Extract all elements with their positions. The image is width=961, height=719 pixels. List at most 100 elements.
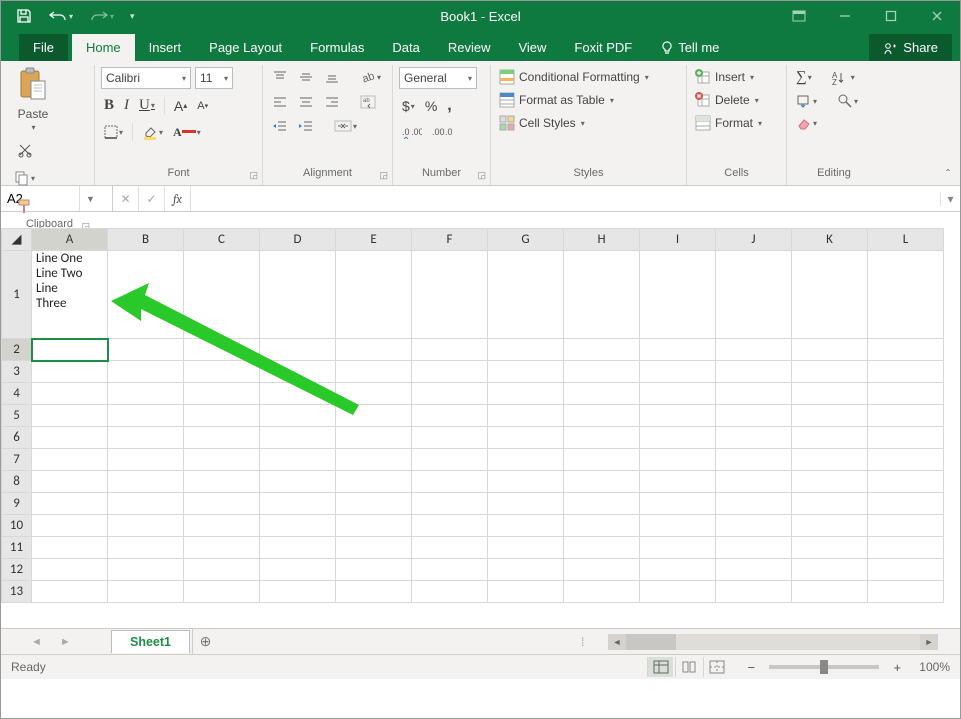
copy-icon[interactable]: ▾ <box>11 168 38 188</box>
row-header[interactable]: 9 <box>2 493 32 515</box>
cell[interactable] <box>792 515 868 537</box>
cell[interactable] <box>184 339 260 361</box>
conditional-formatting-button[interactable]: Conditional Formatting▾ <box>497 67 680 87</box>
cell[interactable] <box>184 251 260 339</box>
cell[interactable] <box>412 559 488 581</box>
cell[interactable] <box>488 537 564 559</box>
scroll-right-icon[interactable]: ► <box>920 634 938 650</box>
cell[interactable] <box>32 383 108 405</box>
cell[interactable] <box>412 537 488 559</box>
delete-cells-button[interactable]: Delete▾ <box>693 90 780 110</box>
cell[interactable] <box>868 559 944 581</box>
insert-function-icon[interactable]: fx <box>165 186 191 211</box>
cell[interactable] <box>260 581 336 603</box>
row-header[interactable]: 13 <box>2 581 32 603</box>
cell[interactable] <box>716 559 792 581</box>
format-as-table-button[interactable]: Format as Table▾ <box>497 90 680 110</box>
grow-font-icon[interactable]: A▴ <box>171 96 190 116</box>
zoom-out-icon[interactable]: − <box>743 659 759 675</box>
horizontal-scrollbar[interactable]: ◄ ► <box>608 634 938 650</box>
cell[interactable] <box>260 405 336 427</box>
align-center-icon[interactable] <box>295 93 317 111</box>
new-sheet-icon[interactable]: ⊕ <box>192 629 218 654</box>
cell[interactable] <box>868 581 944 603</box>
increase-decimal-icon[interactable]: .0.00 <box>399 123 425 141</box>
cell[interactable] <box>412 471 488 493</box>
cell[interactable] <box>32 427 108 449</box>
cell[interactable] <box>488 515 564 537</box>
align-left-icon[interactable] <box>269 93 291 111</box>
normal-view-icon[interactable] <box>647 657 673 677</box>
select-all-corner[interactable]: ◢ <box>2 229 32 251</box>
formula-enter-icon[interactable]: ✓ <box>139 186 165 211</box>
row-header[interactable]: 7 <box>2 449 32 471</box>
cell[interactable] <box>184 383 260 405</box>
cell[interactable] <box>792 581 868 603</box>
close-icon[interactable] <box>914 1 960 31</box>
row-header[interactable]: 12 <box>2 559 32 581</box>
cell[interactable] <box>564 515 640 537</box>
cell[interactable] <box>260 559 336 581</box>
cell[interactable] <box>336 515 412 537</box>
cell[interactable] <box>412 405 488 427</box>
scroll-left-icon[interactable]: ◄ <box>608 634 626 650</box>
cell[interactable] <box>564 339 640 361</box>
cell[interactable] <box>488 581 564 603</box>
cell[interactable] <box>792 537 868 559</box>
expand-formula-bar-icon[interactable]: ▾ <box>940 192 960 206</box>
maximize-icon[interactable] <box>868 1 914 31</box>
cell[interactable] <box>640 537 716 559</box>
cell[interactable] <box>640 405 716 427</box>
zoom-in-icon[interactable]: + <box>889 659 905 675</box>
cell[interactable] <box>412 383 488 405</box>
row-header[interactable]: 8 <box>2 471 32 493</box>
autosum-icon[interactable]: ∑▾ <box>793 67 815 88</box>
cell[interactable] <box>716 339 792 361</box>
row-header[interactable]: 10 <box>2 515 32 537</box>
cell[interactable] <box>716 581 792 603</box>
cell[interactable] <box>260 427 336 449</box>
cell[interactable] <box>792 361 868 383</box>
cell[interactable] <box>412 449 488 471</box>
cell[interactable] <box>336 471 412 493</box>
cell[interactable] <box>336 339 412 361</box>
orientation-icon[interactable]: ab▾ <box>357 67 384 87</box>
cell[interactable] <box>32 515 108 537</box>
tab-review[interactable]: Review <box>434 34 505 61</box>
cell[interactable] <box>716 537 792 559</box>
cell[interactable] <box>184 537 260 559</box>
cell[interactable] <box>108 361 184 383</box>
insert-cells-button[interactable]: Insert▾ <box>693 67 780 87</box>
tab-view[interactable]: View <box>504 34 560 61</box>
cell[interactable] <box>488 471 564 493</box>
cell[interactable] <box>564 251 640 339</box>
clear-icon[interactable]: ▾ <box>793 114 820 132</box>
cell[interactable] <box>184 361 260 383</box>
merge-center-icon[interactable]: ▾ <box>331 117 360 135</box>
cell[interactable] <box>792 405 868 427</box>
cell[interactable] <box>792 471 868 493</box>
cell[interactable] <box>108 471 184 493</box>
find-select-icon[interactable]: ▾ <box>834 91 861 111</box>
number-launcher-icon[interactable]: ◲ <box>477 170 486 181</box>
cell[interactable] <box>640 515 716 537</box>
cell[interactable] <box>716 361 792 383</box>
tab-formulas[interactable]: Formulas <box>296 34 378 61</box>
cell[interactable] <box>260 493 336 515</box>
cell[interactable] <box>108 405 184 427</box>
cell[interactable] <box>108 559 184 581</box>
cell[interactable] <box>792 559 868 581</box>
cell[interactable] <box>32 493 108 515</box>
cell[interactable] <box>336 361 412 383</box>
paste-button[interactable]: Paste ▾ <box>11 67 55 132</box>
cell[interactable] <box>336 405 412 427</box>
cell[interactable] <box>716 405 792 427</box>
save-icon[interactable] <box>13 6 35 26</box>
cell[interactable] <box>108 251 184 339</box>
cell[interactable] <box>412 515 488 537</box>
cell[interactable] <box>412 361 488 383</box>
font-size-select[interactable]: 11▾ <box>195 67 233 89</box>
cell[interactable] <box>640 581 716 603</box>
cell[interactable] <box>868 339 944 361</box>
cell[interactable] <box>184 427 260 449</box>
